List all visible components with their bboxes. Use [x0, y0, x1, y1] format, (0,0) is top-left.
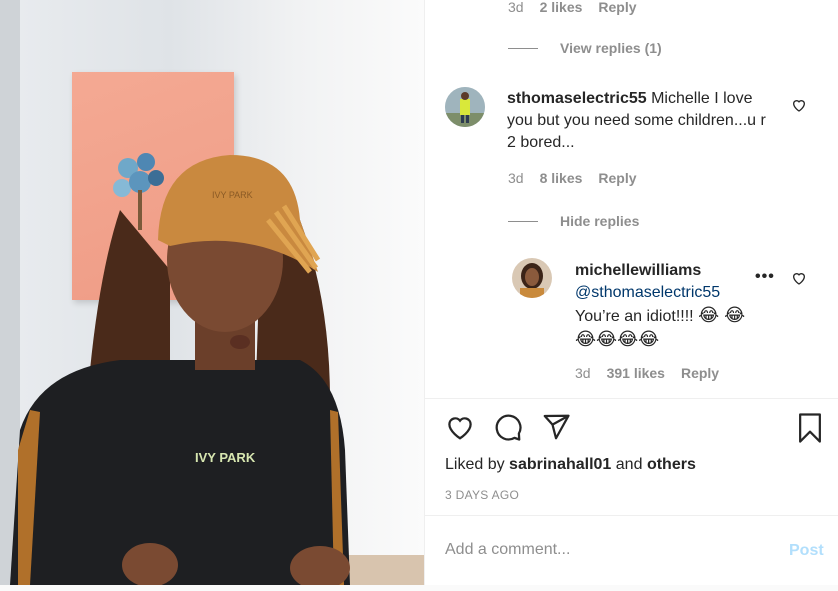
reply-button[interactable]: Reply: [681, 365, 719, 381]
person-video-frame: IVY PARK IVY PARK: [10, 155, 350, 585]
like-reply-icon[interactable]: [791, 270, 807, 286]
reply-text: You’re an idiot!!!!: [575, 308, 694, 325]
like-comment-icon[interactable]: [791, 97, 807, 113]
comment-age: 3d: [508, 0, 524, 15]
reply-emoji-1: 😂 😂: [698, 305, 746, 325]
view-replies-toggle[interactable]: View replies (1): [508, 40, 662, 56]
bookmark-icon[interactable]: [795, 412, 825, 444]
reply-avatar-image: [512, 258, 552, 298]
hide-replies-label[interactable]: Hide replies: [560, 213, 639, 229]
heart-icon[interactable]: [445, 412, 475, 442]
liked-by: Liked by sabrinahall01 and others: [445, 456, 696, 474]
comment-likes[interactable]: 8 likes: [540, 170, 583, 186]
reply-username[interactable]: michellewilliams: [575, 260, 775, 282]
comment-meta-top: 3d 2 likes Reply: [508, 0, 637, 15]
cap-text: IVY PARK: [212, 190, 253, 200]
reply-likes[interactable]: 391 likes: [607, 365, 665, 381]
reply-body: michellewilliams @sthomaselectric55 You’…: [575, 260, 775, 350]
liked-by-user[interactable]: sabrinahall01: [509, 456, 611, 473]
more-icon[interactable]: •••: [755, 268, 775, 286]
liked-by-prefix: Liked by: [445, 456, 505, 473]
view-replies-label[interactable]: View replies (1): [560, 40, 662, 56]
reply-button[interactable]: Reply: [598, 0, 636, 15]
comment-input[interactable]: [445, 541, 775, 559]
reply-meta: 3d 391 likes Reply: [575, 365, 719, 381]
hide-replies-toggle[interactable]: Hide replies: [508, 213, 639, 229]
liked-by-others[interactable]: others: [647, 456, 696, 473]
comment-meta: 3d 8 likes Reply: [508, 170, 637, 186]
comment-likes[interactable]: 2 likes: [540, 0, 583, 15]
avatar[interactable]: [445, 87, 485, 127]
avatar-image: [445, 87, 485, 127]
reply-button[interactable]: Reply: [598, 170, 636, 186]
action-bar: [445, 412, 571, 442]
post-date[interactable]: 3 DAYS AGO: [445, 488, 519, 502]
reply-avatar[interactable]: [512, 258, 552, 298]
comments-panel: 3d 2 likes Reply View replies (1) sthoma…: [424, 0, 838, 585]
hoodie-text: IVY PARK: [195, 450, 256, 465]
reply-age: 3d: [575, 365, 591, 381]
post-button[interactable]: Post: [789, 542, 824, 560]
reply-mention[interactable]: @sthomaselectric55: [575, 282, 775, 304]
replies-line: [508, 47, 538, 49]
liked-by-and: and: [615, 456, 643, 473]
comment-body: sthomaselectric55 Michelle I love you bu…: [507, 88, 777, 154]
post-media[interactable]: IVY PARK IVY PARK: [0, 0, 424, 585]
divider: [425, 515, 838, 516]
comment-username[interactable]: sthomaselectric55: [507, 90, 647, 107]
comment-icon[interactable]: [493, 412, 523, 442]
comment-age: 3d: [508, 170, 524, 186]
reply-emoji-2: 😂😂😂😂: [575, 329, 660, 349]
divider: [425, 398, 838, 399]
replies-line: [508, 220, 538, 222]
share-icon[interactable]: [541, 412, 571, 442]
